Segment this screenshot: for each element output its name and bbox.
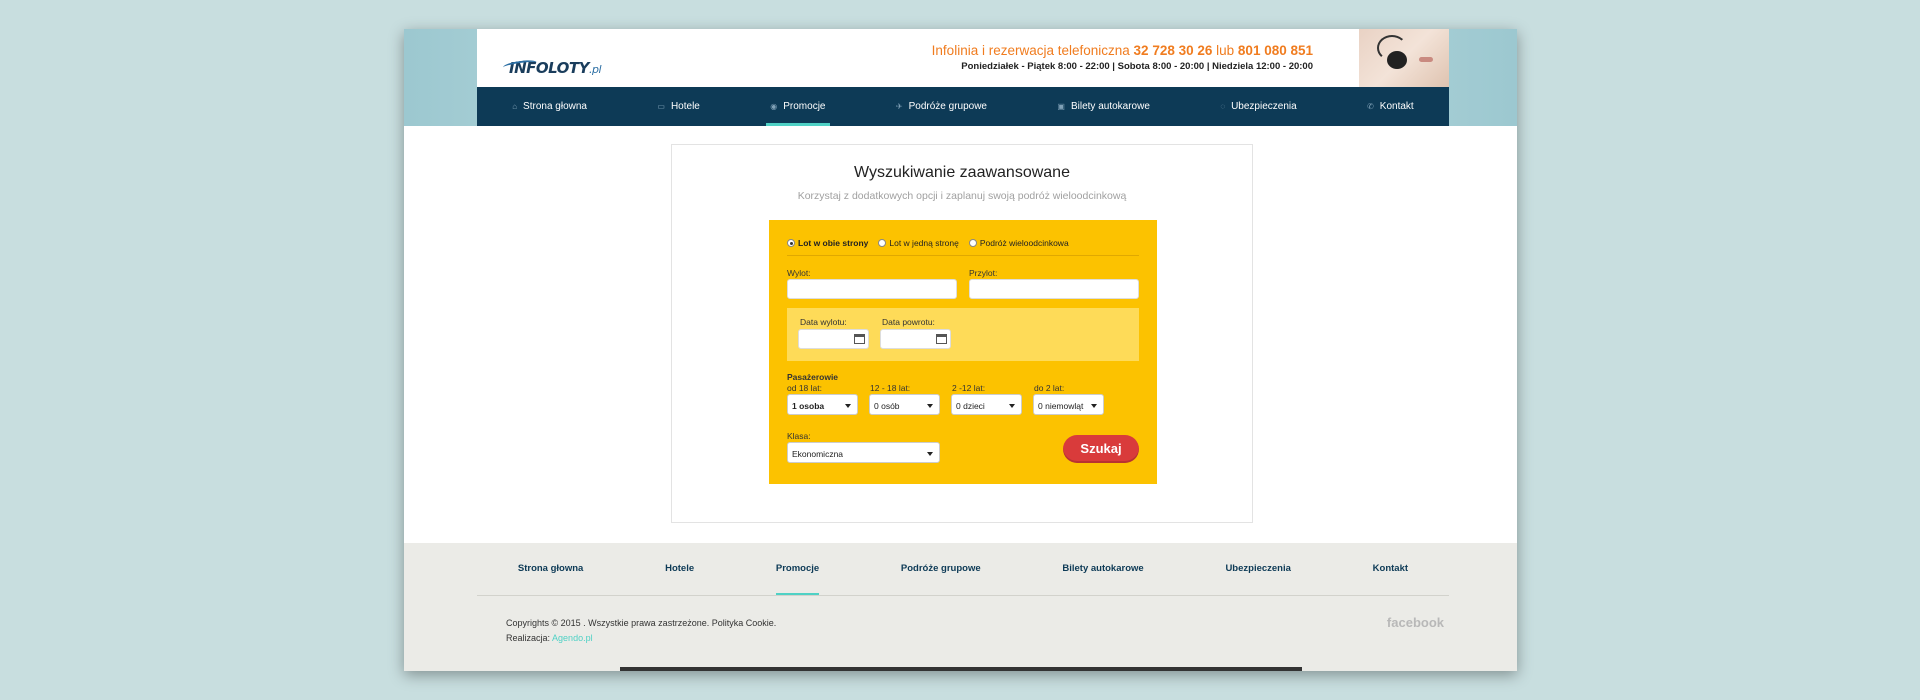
phone-number-2[interactable]: 801 080 851 bbox=[1238, 43, 1313, 58]
phone-number-1[interactable]: 32 728 30 26 bbox=[1134, 43, 1213, 58]
passengers-label: Pasażerowie bbox=[787, 372, 839, 382]
chevron-down-icon bbox=[927, 404, 933, 408]
realization-label: Realizacja: bbox=[506, 633, 551, 643]
footer-link-insurance[interactable]: Ubezpieczenia bbox=[1225, 543, 1290, 595]
nav-label: Bilety autokarowe bbox=[1070, 101, 1150, 112]
page-frame: INFOLOTY.pl Infolinia i rezerwacja telef… bbox=[404, 29, 1517, 671]
nav-label: Ubezpieczenia bbox=[1231, 101, 1297, 112]
logo[interactable]: INFOLOTY.pl bbox=[502, 58, 602, 77]
select-value: Ekonomiczna bbox=[792, 449, 844, 459]
pax-teens-select[interactable]: 0 osób bbox=[869, 394, 940, 415]
hotline-info: Infolinia i rezerwacja telefoniczna 32 7… bbox=[932, 43, 1313, 58]
agency-link[interactable]: Agendo.pl bbox=[552, 633, 593, 643]
radio-dot-icon bbox=[787, 239, 795, 247]
nav-item-contact[interactable]: ✆ Kontakt bbox=[1363, 87, 1418, 126]
chevron-down-icon bbox=[1091, 404, 1097, 408]
pax-children-label: 2 -12 lat: bbox=[952, 383, 986, 393]
nav-label: Hotele bbox=[670, 101, 700, 112]
nav-item-hotels[interactable]: ▭ Hotele bbox=[653, 87, 703, 126]
consultant-image bbox=[1359, 29, 1449, 87]
footer-link-contact[interactable]: Kontakt bbox=[1373, 543, 1408, 595]
scrollbar[interactable] bbox=[620, 667, 1302, 671]
hotline-label: Infolinia i rezerwacja telefoniczna bbox=[931, 43, 1130, 58]
radio-multi-city[interactable]: Podróż wieloodcinkowa bbox=[968, 238, 1069, 248]
footer: Strona głowna Hotele Promocje Podróże gr… bbox=[404, 543, 1517, 671]
radio-label: Podróż wieloodcinkowa bbox=[979, 238, 1069, 248]
nav-label: Promocje bbox=[783, 101, 826, 112]
radio-dot-icon bbox=[968, 239, 977, 247]
facebook-link[interactable]: facebook bbox=[1387, 615, 1444, 630]
radio-dot-icon bbox=[878, 239, 887, 247]
bus-icon: ▣ bbox=[1057, 102, 1065, 111]
footer-link-promotions[interactable]: Promocje bbox=[775, 543, 820, 595]
search-subtitle: Korzystaj z dodatkowych opcji i zaplanuj… bbox=[797, 190, 1127, 202]
select-value: 0 niemowląt bbox=[1038, 401, 1084, 411]
chevron-down-icon bbox=[845, 404, 851, 408]
radio-label: Lot w obie strony bbox=[798, 238, 869, 248]
select-value: 0 dzieci bbox=[956, 401, 985, 411]
copyright-text: Copyrights © 2015 . Wszystkie prawa zast… bbox=[506, 618, 777, 628]
nav-item-group-travel[interactable]: ✈ Podróże grupowe bbox=[892, 87, 991, 126]
footer-link-group-travel[interactable]: Podróże grupowe bbox=[901, 543, 981, 595]
arrival-input[interactable] bbox=[969, 279, 1139, 299]
departure-date-label: Data wylotu: bbox=[800, 317, 847, 327]
hotline-or: lub bbox=[1216, 43, 1235, 58]
pax-infants-label: do 2 lat: bbox=[1034, 383, 1065, 393]
pax-children-select[interactable]: 0 dzieci bbox=[951, 394, 1022, 415]
calendar-icon[interactable] bbox=[936, 334, 947, 344]
phone-icon: ✆ bbox=[1367, 102, 1374, 111]
nav-item-promotions[interactable]: ◉ Promocje bbox=[766, 87, 830, 126]
nav-label: Kontakt bbox=[1379, 101, 1414, 112]
arrival-label: Przylot: bbox=[969, 268, 998, 278]
chevron-down-icon bbox=[1009, 404, 1015, 408]
pax-adults-label: od 18 lat: bbox=[787, 383, 822, 393]
header: INFOLOTY.pl Infolinia i rezerwacja telef… bbox=[477, 29, 1449, 87]
footer-link-bus-tickets[interactable]: Bilety autokarowe bbox=[1062, 543, 1143, 595]
radio-label: Lot w jedną stronę bbox=[889, 238, 959, 248]
nav-item-home[interactable]: ⌂ Strona głowna bbox=[508, 87, 591, 126]
departure-input[interactable] bbox=[787, 279, 957, 299]
footer-divider bbox=[477, 595, 1449, 596]
calendar-icon[interactable] bbox=[854, 334, 865, 344]
main-nav: ⌂ Strona głowna ▭ Hotele ◉ Promocje ✈ Podróż… bbox=[477, 87, 1449, 126]
return-date-label: Data powrotu: bbox=[882, 317, 935, 327]
class-label: Klasa: bbox=[787, 431, 811, 441]
logo-suffix: .pl bbox=[589, 63, 602, 76]
select-value: 1 osoba bbox=[792, 401, 825, 411]
footer-link-home[interactable]: Strona głowna bbox=[518, 543, 583, 595]
pax-infants-select[interactable]: 0 niemowląt bbox=[1033, 394, 1104, 415]
advanced-search-panel: Wyszukiwanie zaawansowane Korzystaj z do… bbox=[671, 144, 1253, 523]
home-icon: ⌂ bbox=[512, 102, 518, 111]
select-value: 0 osób bbox=[874, 401, 900, 411]
bed-icon: ▭ bbox=[657, 102, 665, 111]
shield-icon: ◌ bbox=[1220, 102, 1226, 111]
pax-teens-label: 12 - 18 lat: bbox=[870, 383, 911, 393]
search-title: Wyszukiwanie zaawansowane bbox=[854, 164, 1070, 181]
percent-icon: ◉ bbox=[770, 102, 778, 111]
footer-nav: Strona głowna Hotele Promocje Podróże gr… bbox=[477, 543, 1449, 595]
class-select[interactable]: Ekonomiczna bbox=[787, 442, 940, 463]
date-section: Data wylotu: Data powrotu: bbox=[787, 308, 1139, 361]
realization: Realizacja: Agendo.pl bbox=[506, 633, 593, 643]
chevron-down-icon bbox=[927, 452, 933, 456]
departure-label: Wylot: bbox=[787, 268, 811, 278]
search-button[interactable]: Szukaj bbox=[1063, 435, 1139, 463]
opening-hours: Poniedziałek - Piątek 8:00 - 22:00 | Sob… bbox=[961, 61, 1313, 72]
search-form: Lot w obie strony Lot w jedną stronę Pod… bbox=[769, 220, 1157, 484]
headset-mic bbox=[1387, 51, 1407, 69]
plane-icon: ✈ bbox=[895, 102, 903, 111]
radio-round-trip[interactable]: Lot w obie strony bbox=[787, 238, 868, 248]
radio-one-way[interactable]: Lot w jedną stronę bbox=[878, 238, 959, 248]
footer-link-hotels[interactable]: Hotele bbox=[665, 543, 694, 595]
return-date-input[interactable] bbox=[880, 329, 951, 349]
nav-label: Strona głowna bbox=[523, 101, 587, 112]
nav-label: Podróże grupowe bbox=[908, 101, 987, 112]
departure-date-input[interactable] bbox=[798, 329, 869, 349]
pax-adults-select[interactable]: 1 osoba bbox=[787, 394, 858, 415]
nav-item-insurance[interactable]: ◌ Ubezpieczenia bbox=[1216, 87, 1300, 126]
form-divider bbox=[787, 255, 1139, 256]
trip-type-group: Lot w obie strony Lot w jedną stronę Pod… bbox=[787, 238, 1069, 248]
consultant-lips bbox=[1419, 57, 1433, 62]
nav-item-bus-tickets[interactable]: ▣ Bilety autokarowe bbox=[1053, 87, 1154, 126]
